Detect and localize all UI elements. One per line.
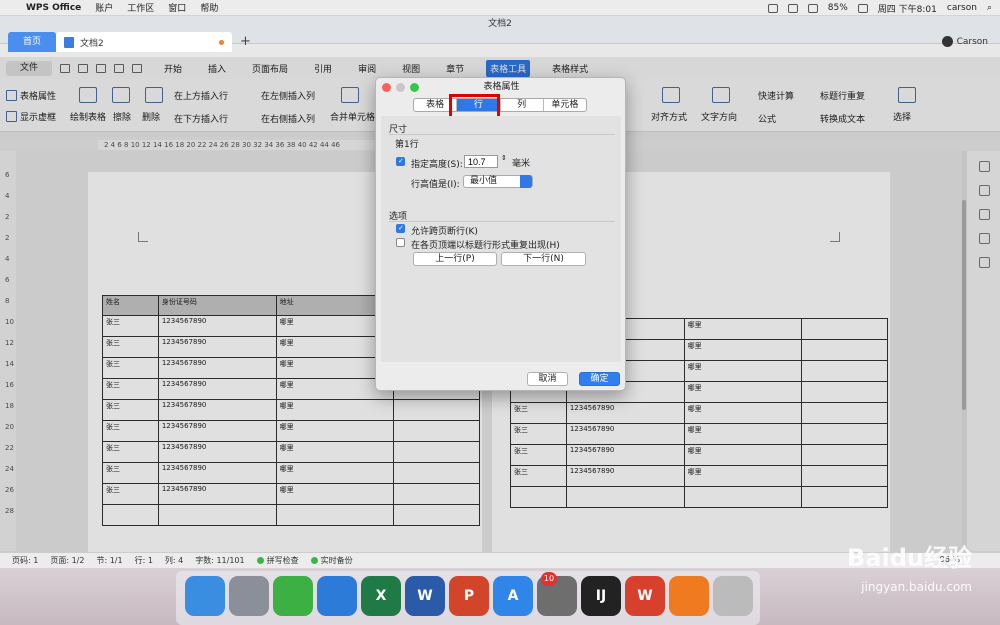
menu-account[interactable]: 账户 <box>95 1 113 14</box>
menu-window[interactable]: 窗口 <box>168 1 186 14</box>
powerpoint-icon[interactable]: P <box>449 576 489 616</box>
cancel-button[interactable]: 取消 <box>527 372 568 386</box>
safari-icon[interactable] <box>317 576 357 616</box>
row-label: 第1行 <box>395 140 419 150</box>
height-stepper-icon[interactable]: ⇕ <box>501 154 507 162</box>
clock[interactable]: 周四 下午8:01 <box>878 2 937 15</box>
chevron-down-icon <box>520 175 532 188</box>
allow-break-checkbox[interactable] <box>396 224 405 233</box>
wifi-icon[interactable] <box>807 3 818 13</box>
specify-height-label: 指定高度(S): <box>411 160 463 170</box>
tab-document-label: 文档2 <box>80 38 104 49</box>
intellij-icon[interactable]: IJ <box>581 576 621 616</box>
tab-cell[interactable]: 单元格 <box>544 99 586 111</box>
allow-break-label: 允许跨页断行(K) <box>411 227 478 237</box>
next-row-label: 下一行(N) <box>523 254 564 264</box>
repeat-header-label: 在各页顶端以标题行形式重复出现(H) <box>411 241 560 251</box>
unit-select[interactable]: 毫米 <box>512 156 530 169</box>
user-name: Carson <box>956 36 988 47</box>
specify-height-checkbox[interactable] <box>396 157 405 166</box>
wechat-status-icon[interactable] <box>767 3 778 13</box>
row-height-is-label: 行高值是(I): <box>411 180 460 190</box>
battery-icon <box>857 3 868 13</box>
status-row: 行: 1 <box>134 556 153 565</box>
appstore-icon[interactable]: A <box>493 576 533 616</box>
live-backup[interactable]: 实时备份 <box>310 555 353 566</box>
row-height-mode-select[interactable]: 最小值 <box>463 175 533 188</box>
status-col: 列: 4 <box>164 556 184 565</box>
divider <box>389 221 615 222</box>
menu-help[interactable]: 帮助 <box>200 1 218 14</box>
firefox-icon[interactable] <box>669 576 709 616</box>
wps-icon[interactable]: W <box>625 576 665 616</box>
previous-row-label: 上一行(P) <box>435 254 475 264</box>
spell-check-icon <box>256 557 264 564</box>
spell-check-label: 拼写检查 <box>266 556 299 565</box>
watermark-url: jingyan.baidu.com <box>861 580 972 594</box>
spell-check[interactable]: 拼写检查 <box>256 555 299 566</box>
dialog-body: 尺寸 第1行 指定高度(S): ⇕ 毫米 行高值是(I): 最小值 选项 允许跨… <box>381 116 621 362</box>
launchpad-icon[interactable] <box>229 576 269 616</box>
dialog-tabs: 表格 行 列 单元格 <box>413 98 587 112</box>
status-page: 页码: 1 <box>12 556 39 565</box>
excel-icon[interactable]: X <box>361 576 401 616</box>
divider <box>389 134 615 135</box>
menu-workspace[interactable]: 工作区 <box>127 1 154 14</box>
document-icon <box>64 36 74 48</box>
bluetooth-icon[interactable] <box>787 3 798 13</box>
search-icon[interactable]: ⌕ <box>987 3 992 13</box>
finder-icon[interactable] <box>185 576 225 616</box>
app-name[interactable]: WPS Office <box>26 3 81 13</box>
window-title: 文档2 <box>488 19 512 29</box>
height-input[interactable] <box>464 155 498 168</box>
unsaved-dot-icon <box>219 39 224 45</box>
new-tab-plus-icon[interactable]: + <box>240 34 251 49</box>
menu-bar: WPS Office 账户 工作区 窗口 帮助 85% 周四 下午8:01 ca… <box>0 0 1000 16</box>
battery-level[interactable]: 85% <box>828 3 848 13</box>
trash-icon[interactable] <box>713 576 753 616</box>
repeat-header-checkbox[interactable] <box>396 238 405 247</box>
watermark: Baidu经验 <box>847 544 972 572</box>
notification-badge: 10 <box>541 572 557 586</box>
user-menu[interactable]: carson <box>947 3 977 13</box>
wechat-icon[interactable] <box>273 576 313 616</box>
backup-icon <box>310 557 318 564</box>
status-section: 节: 1/1 <box>96 556 123 565</box>
backup-label: 实时备份 <box>320 556 353 565</box>
word-icon[interactable]: W <box>405 576 445 616</box>
tab-home[interactable]: 首页 <box>8 32 56 52</box>
status-pages: 页面: 1/2 <box>50 556 85 565</box>
tab-column[interactable]: 列 <box>501 99 544 111</box>
row-height-mode-value: 最小值 <box>470 176 498 186</box>
user-account[interactable]: Carson <box>941 36 988 47</box>
dialog-title: 表格属性 <box>483 82 520 92</box>
tab-document[interactable]: 文档2 <box>56 32 232 52</box>
previous-row-button[interactable]: 上一行(P) <box>413 252 497 266</box>
avatar <box>941 36 953 47</box>
next-row-button[interactable]: 下一行(N) <box>501 252 586 266</box>
status-words[interactable]: 字数: 11/101 <box>195 555 244 566</box>
table-properties-dialog: 表格属性 表格 行 列 单元格 尺寸 第1行 指定高度(S): ⇕ 毫米 行高值… <box>375 77 626 391</box>
ok-button[interactable]: 确定 <box>579 372 620 386</box>
